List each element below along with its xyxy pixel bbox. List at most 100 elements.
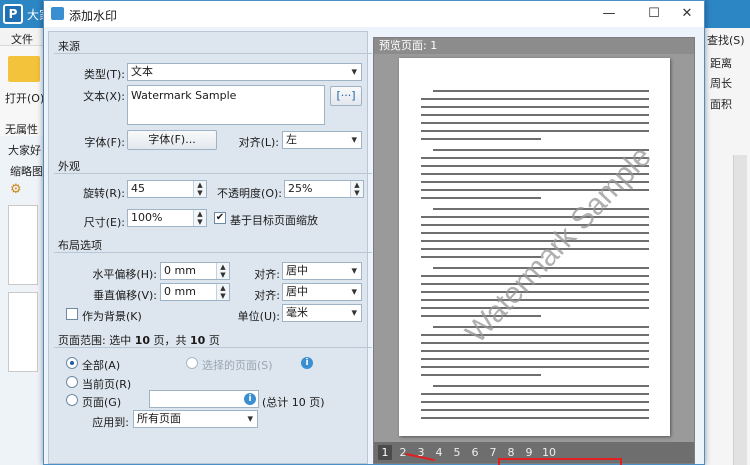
thumbnails-tab[interactable]: 缩略图 (10, 163, 43, 179)
rotation-label: 旋转(R): (83, 187, 125, 200)
annotation-highlight-box (498, 458, 622, 465)
unit-select[interactable]: 毫米 (282, 304, 362, 322)
page-range-section-title: 页面范围: 选中 10 页，共 10 页 (58, 332, 358, 348)
font-button[interactable]: 字体(F)... (127, 130, 217, 150)
current-page-label[interactable]: 当前页(R) (82, 376, 131, 392)
pages-input[interactable] (149, 390, 259, 408)
all-pages-radio[interactable] (66, 357, 78, 369)
menu-file[interactable]: 文件 (11, 31, 33, 47)
info-icon[interactable]: i (301, 357, 313, 369)
page-range-prefix: 页面范围: 选中 (58, 334, 132, 347)
text-line (421, 393, 649, 395)
watermark-app-icon (51, 7, 64, 20)
dialog-title: 添加水印 (69, 9, 118, 23)
page-range-mid: 页，共 (153, 334, 187, 347)
background-scrollbar[interactable] (733, 155, 747, 465)
maximize-button[interactable]: ☐ (639, 4, 669, 24)
doc-tab[interactable]: 大家好 (8, 142, 41, 158)
h-offset-value: 0 mm (164, 264, 196, 277)
current-page-radio[interactable] (66, 376, 78, 388)
v-offset-spinner[interactable]: ▲ ▼ (216, 284, 229, 300)
divider (54, 173, 372, 174)
scale-checkbox[interactable]: ✔ (214, 212, 226, 224)
apply-to-value: 所有页面 (137, 412, 181, 425)
open-folder-icon[interactable] (8, 56, 40, 82)
area-tool[interactable]: 面积 (710, 96, 732, 112)
source-section-title: 来源 (58, 40, 80, 53)
h-align-select[interactable]: 居中 (282, 262, 362, 280)
text-line (433, 385, 649, 387)
pages-total-label: (总计 10 页) (262, 396, 325, 409)
distance-tool[interactable]: 距离 (710, 55, 732, 71)
pages-info-icon[interactable]: i (244, 393, 256, 405)
text-line (421, 240, 649, 242)
layout-section-title: 布局选项 (58, 239, 102, 252)
perimeter-tool[interactable]: 周长 (710, 75, 732, 91)
h-offset-input[interactable]: 0 mm ▲ ▼ (160, 262, 230, 280)
selected-pages-radio[interactable] (186, 357, 198, 369)
divider (54, 53, 372, 54)
text-line (421, 130, 649, 132)
size-input[interactable]: 100% ▲ ▼ (127, 209, 207, 227)
all-pages-label[interactable]: 全部(A) (82, 357, 120, 373)
v-align-value: 居中 (286, 285, 308, 298)
text-line (421, 98, 649, 100)
scale-checkbox-label[interactable]: 基于目标页面缩放 (230, 212, 318, 228)
page-button-1[interactable]: 1 (378, 445, 392, 460)
app-logo-icon: P (3, 4, 23, 24)
divider (54, 252, 372, 253)
opacity-value: 25% (288, 182, 313, 195)
preview-page: Watermark Sample (399, 58, 670, 436)
rotation-value: 45 (131, 182, 145, 195)
no-properties-label: 无属性 (5, 123, 38, 136)
text-line (421, 216, 649, 218)
page-button-6[interactable]: 6 (468, 445, 482, 460)
text-line (421, 232, 649, 234)
type-value: 文本 (131, 65, 153, 78)
minimize-button[interactable]: — (594, 4, 624, 24)
h-offset-spinner[interactable]: ▲ ▼ (216, 263, 229, 279)
text-line (421, 417, 649, 419)
page-thumbnail[interactable] (8, 205, 38, 285)
pages-radio[interactable] (66, 394, 78, 406)
pages-label[interactable]: 页面(G) (82, 394, 121, 410)
text-line (421, 114, 649, 116)
align-value: 左 (286, 133, 297, 146)
apply-to-select[interactable]: 所有页面 (133, 410, 258, 428)
text-line (433, 90, 649, 92)
rotation-spinner[interactable]: ▲ ▼ (193, 181, 206, 197)
text-line (421, 401, 649, 403)
find-button[interactable]: 查找(S) (707, 32, 745, 48)
close-button[interactable]: ✕ (672, 4, 702, 24)
rotation-input[interactable]: 45 ▲ ▼ (127, 180, 207, 198)
v-offset-label: 垂直偏移(V): (93, 289, 157, 302)
text-line (421, 197, 541, 199)
page-button-5[interactable]: 5 (450, 445, 464, 460)
type-select[interactable]: 文本 (127, 63, 362, 81)
text-line (421, 122, 649, 124)
as-background-label[interactable]: 作为背景(K) (82, 308, 142, 324)
settings-panel: 来源 类型(T): 文本 文本(X): Watermark Sample [··… (48, 31, 372, 464)
add-watermark-dialog: 添加水印 — ☐ ✕ 来源 类型(T): 文本 文本(X): Watermark… (43, 0, 705, 465)
page-button-4[interactable]: 4 (432, 445, 446, 460)
page-thumbnail[interactable] (8, 292, 38, 372)
text-line (421, 224, 649, 226)
align-select[interactable]: 左 (282, 131, 362, 149)
as-background-checkbox[interactable] (66, 308, 78, 320)
preview-panel: 预览页面: 1 Watermark Sample 1 2 3 4 5 6 7 8 9 10 (373, 37, 695, 464)
v-offset-input[interactable]: 0 mm ▲ ▼ (160, 283, 230, 301)
size-spinner[interactable]: ▲ ▼ (193, 210, 206, 226)
opacity-spinner[interactable]: ▲ ▼ (350, 181, 363, 197)
v-align-select[interactable]: 居中 (282, 283, 362, 301)
watermark-text-input[interactable]: Watermark Sample (127, 85, 325, 125)
settings-gear-icon[interactable]: ⚙ (10, 182, 22, 197)
insert-variable-button[interactable]: [···] (330, 86, 362, 106)
text-line (421, 138, 541, 140)
selected-pages-label[interactable]: 选择的页面(S) (202, 357, 273, 373)
page-range-suffix: 页 (208, 334, 220, 347)
opacity-input[interactable]: 25% ▲ ▼ (284, 180, 364, 198)
text-line (421, 358, 649, 360)
text-line (421, 106, 649, 108)
size-label: 尺寸(E): (83, 216, 125, 229)
selected-count: 10 (134, 334, 151, 347)
